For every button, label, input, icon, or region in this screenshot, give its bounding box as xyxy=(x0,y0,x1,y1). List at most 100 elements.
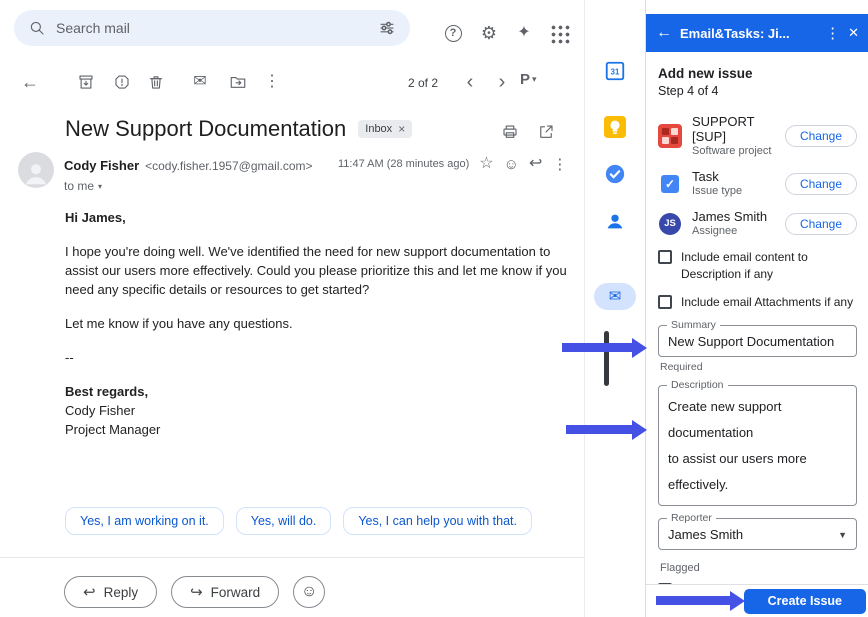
sender-avatar[interactable] xyxy=(18,152,54,188)
emoji-reaction-icon[interactable]: ☺ xyxy=(504,157,519,172)
include-attachments-checkbox-row[interactable]: Include email Attachments if any xyxy=(658,294,857,311)
forward-arrow-icon: ↪ xyxy=(190,583,203,601)
sender-email: <cody.fisher.1957@gmail.com> xyxy=(145,159,312,173)
gear-icon: ⚙ xyxy=(481,24,497,42)
reporter-select-value: James Smith xyxy=(668,527,743,542)
caret-down-icon: ▾ xyxy=(532,74,537,85)
gemini-button[interactable]: ✦ xyxy=(512,21,536,45)
panel-back-icon[interactable]: ← xyxy=(656,24,672,42)
more-options-button[interactable]: ⋮ xyxy=(260,70,284,94)
smiley-icon: ☺ xyxy=(301,583,317,601)
panel-step: Step 4 of 4 xyxy=(658,84,857,98)
email-timestamp: 11:47 AM (28 minutes ago) xyxy=(338,158,469,170)
keep-button[interactable] xyxy=(604,116,626,143)
move-to-button[interactable] xyxy=(226,70,250,94)
envelope-icon: ✉ xyxy=(193,74,206,90)
search-icon[interactable] xyxy=(28,19,46,37)
person-icon xyxy=(21,158,51,188)
project-avatar-icon xyxy=(658,124,682,148)
open-in-new-button[interactable] xyxy=(534,120,558,144)
addon-panel-body: Add new issue Step 4 of 4 SUPPORT [SUP] … xyxy=(646,52,868,584)
keep-icon xyxy=(604,116,626,138)
reporter-select-label: Reporter xyxy=(667,512,716,524)
print-letter-icon: P xyxy=(520,71,530,88)
divider xyxy=(0,557,584,558)
apps-grid-icon xyxy=(550,24,570,44)
pagination-label: 2 of 2 xyxy=(408,76,438,90)
settings-button[interactable]: ⚙ xyxy=(477,21,501,45)
dropdown-icon[interactable]: ▼ xyxy=(838,530,847,540)
panel-close-icon[interactable]: ✕ xyxy=(848,25,859,41)
message-kebab-icon[interactable]: ⋮ xyxy=(552,157,567,172)
issue-type-name: Task xyxy=(692,169,775,184)
project-name: SUPPORT xyxy=(692,114,775,129)
change-issue-type-button[interactable]: Change xyxy=(785,173,857,195)
mark-unread-button[interactable]: ✉ xyxy=(188,70,212,94)
svg-text:31: 31 xyxy=(611,68,620,77)
to-me-label: to me xyxy=(64,179,94,193)
chevron-right-icon: › xyxy=(499,71,506,94)
paragraph-1: I hope you're doing well. We've identifi… xyxy=(65,242,573,299)
tasks-icon xyxy=(604,163,626,185)
newer-button[interactable]: ‹ xyxy=(458,70,482,94)
calendar-icon: 31 xyxy=(604,60,626,82)
contacts-button[interactable] xyxy=(604,210,626,237)
description-field[interactable]: Description Create new support documenta… xyxy=(658,385,857,506)
archive-button[interactable] xyxy=(74,70,98,94)
add-emoji-button[interactable]: ☺ xyxy=(293,576,325,608)
back-button[interactable]: ← xyxy=(18,70,42,94)
to-me-dropdown[interactable]: to me ▾ xyxy=(64,179,102,193)
search-bar[interactable] xyxy=(14,10,410,46)
addon-envelope-icon: ✉ xyxy=(609,289,622,304)
create-issue-button[interactable]: Create Issue xyxy=(744,589,866,614)
scrollbar-thumb[interactable] xyxy=(604,331,609,386)
assignee-name: James Smith xyxy=(692,209,775,224)
print-all-button[interactable]: P ▾ xyxy=(520,71,537,88)
smart-reply-2[interactable]: Yes, will do. xyxy=(236,507,332,535)
addon-panel-header: ← Email&Tasks: Ji... ⋮ ✕ xyxy=(646,14,868,52)
include-content-checkbox-row[interactable]: Include email content to Description if … xyxy=(658,249,857,283)
older-button[interactable]: › xyxy=(490,70,514,94)
chip-close-icon[interactable]: × xyxy=(398,122,405,136)
panel-kebab-icon[interactable]: ⋮ xyxy=(825,24,840,42)
smart-reply-3[interactable]: Yes, I can help you with that. xyxy=(343,507,532,535)
checkbox-icon[interactable] xyxy=(658,295,672,309)
tasks-button[interactable] xyxy=(604,163,626,190)
task-type-icon: ✓ xyxy=(661,175,679,193)
change-assignee-button[interactable]: Change xyxy=(785,213,857,235)
report-spam-button[interactable] xyxy=(110,70,134,94)
summary-field-value[interactable]: New Support Documentation xyxy=(668,334,847,349)
reply-button[interactable]: ↩ Reply xyxy=(64,576,157,608)
help-button[interactable]: ? xyxy=(441,21,465,45)
open-in-new-icon xyxy=(537,123,555,141)
paragraph-2: Let me know if you have any questions. xyxy=(65,314,573,333)
email-subject: New Support Documentation xyxy=(65,116,346,142)
checkbox-icon[interactable] xyxy=(658,250,672,264)
archive-icon xyxy=(77,73,95,91)
project-subtitle: Software project xyxy=(692,144,775,158)
apps-button[interactable] xyxy=(548,22,572,46)
signature-separator: -- xyxy=(65,348,573,367)
filter-tune-icon[interactable] xyxy=(378,19,396,37)
inbox-label-chip[interactable]: Inbox × xyxy=(358,120,412,138)
workspace-side-rail: 31 ✉ xyxy=(584,0,645,617)
calendar-button[interactable]: 31 xyxy=(604,60,626,87)
description-field-value[interactable]: Create new support documentation to assi… xyxy=(668,394,847,498)
trash-icon xyxy=(147,73,165,91)
addon-active-button[interactable]: ✉ xyxy=(594,283,636,310)
change-project-button[interactable]: Change xyxy=(785,125,857,147)
delete-button[interactable] xyxy=(144,70,168,94)
annotation-arrow-description xyxy=(566,425,632,434)
smart-reply-1[interactable]: Yes, I am working on it. xyxy=(65,507,224,535)
folder-move-icon xyxy=(229,73,247,91)
project-row: SUPPORT [SUP] Software project Change xyxy=(658,114,857,158)
search-input[interactable] xyxy=(56,20,368,36)
sender-name: Cody Fisher xyxy=(64,158,139,173)
star-icon[interactable]: ☆ xyxy=(479,156,493,172)
report-icon xyxy=(113,73,131,91)
reply-icon[interactable]: ↩ xyxy=(529,156,542,172)
print-button[interactable] xyxy=(498,120,522,144)
reporter-select[interactable]: Reporter James Smith ▼ xyxy=(658,518,857,550)
forward-button[interactable]: ↪ Forward xyxy=(171,576,279,608)
summary-field[interactable]: Summary New Support Documentation xyxy=(658,325,857,357)
